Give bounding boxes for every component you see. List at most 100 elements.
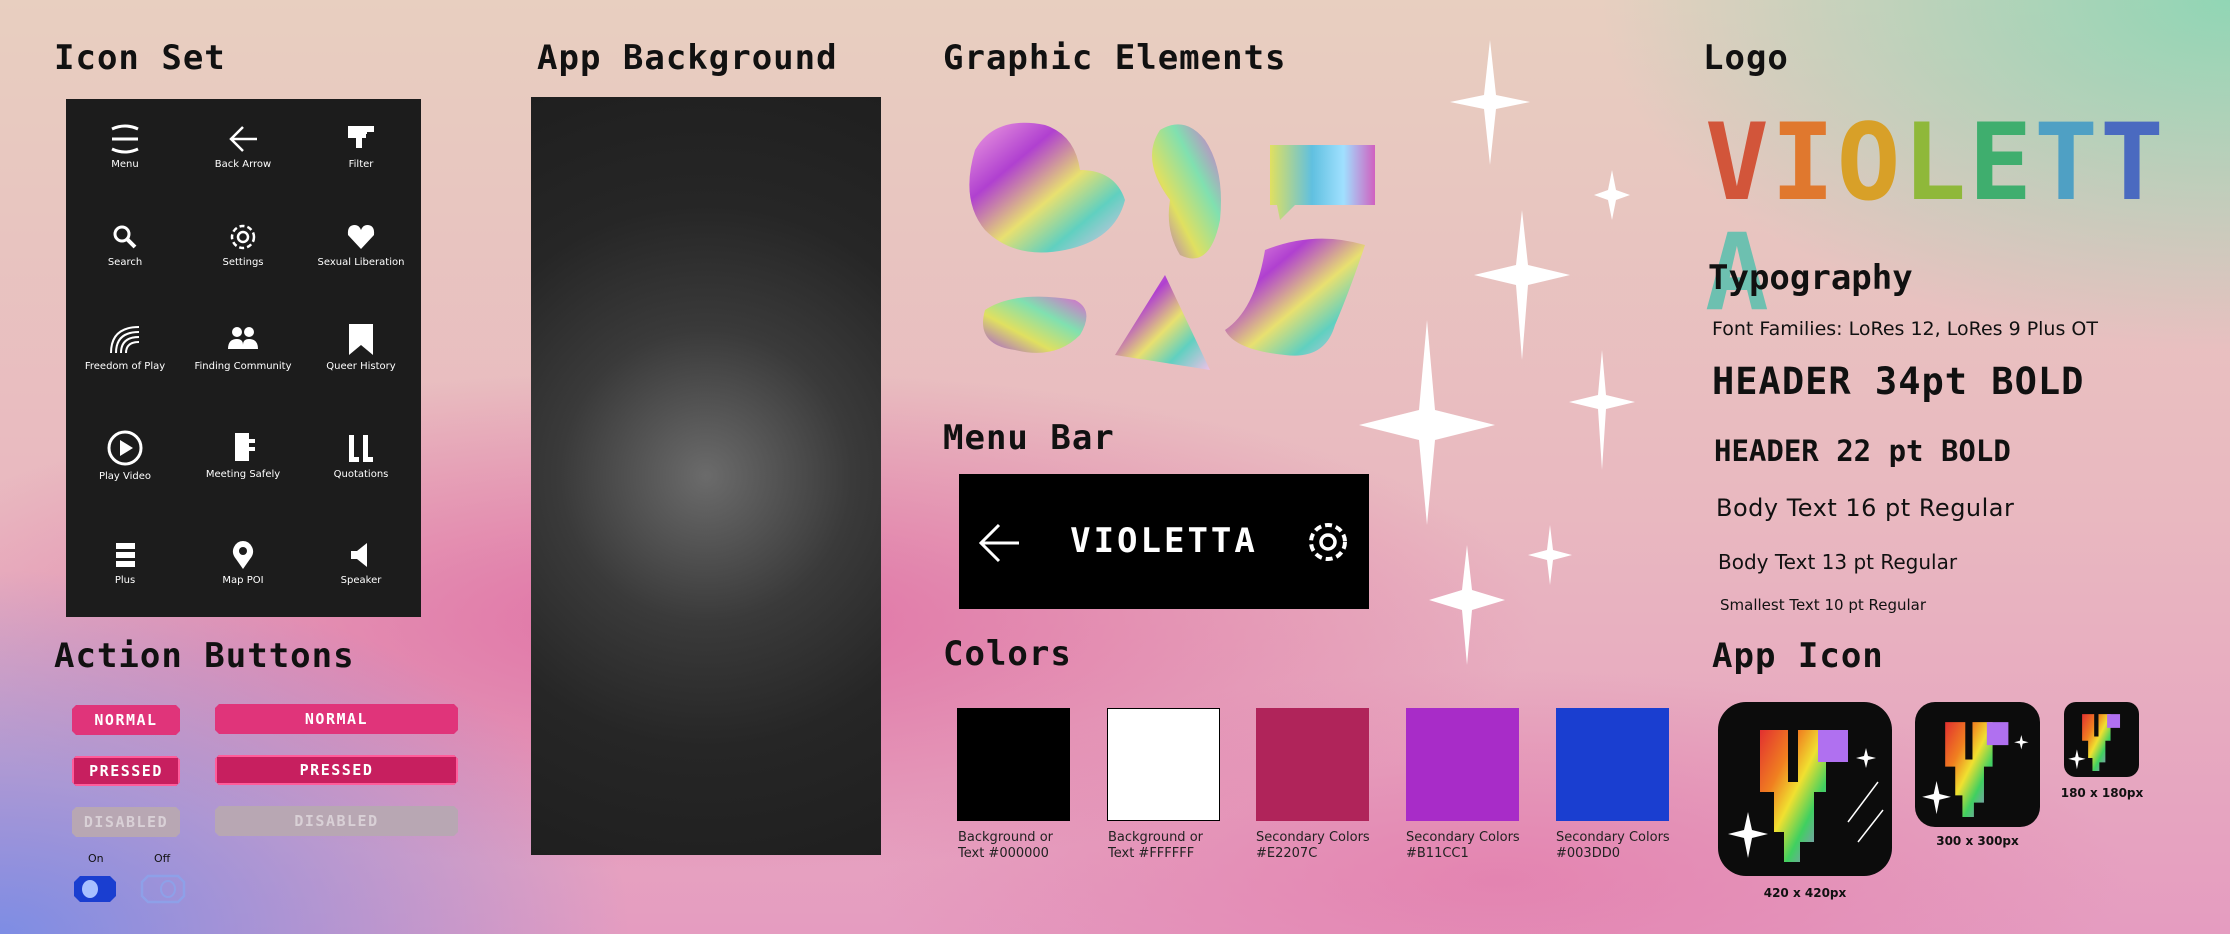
bookmark-icon [349,324,373,355]
toggle-on-icon[interactable] [72,874,118,904]
rainbow-icon [110,326,140,354]
color-swatch-purple [1406,708,1519,821]
speaker-icon [351,543,367,567]
icon-cell-freedom-of-play[interactable]: Freedom of Play [66,321,184,372]
app-icon-v-logo [1728,730,1884,862]
blob-4 [1225,238,1365,356]
icon-label: Finding Community [194,361,292,372]
action-buttons-title: Action Buttons [54,636,355,676]
icon-label: Plus [114,575,136,586]
menu-icon [111,124,139,154]
button-normal-large[interactable]: NORMAL [215,704,458,734]
font-families-text: Font Families: LoRes 12, LoRes 9 Plus OT [1712,318,2098,340]
app-icon-small-label: 180 x 180px [2060,786,2144,800]
app-icon-medium-label: 300 x 300px [1936,834,2019,848]
icon-cell-back-arrow[interactable]: Back Arrow [184,123,302,170]
button-disabled-large: DISABLED [215,806,458,836]
sparkle-icon [1429,545,1505,665]
button-pressed-small[interactable]: PRESSED [72,756,180,786]
color-label-purple: Secondary Colors #B11CC1 [1406,830,1520,861]
search-icon [113,225,137,249]
settings-icon [230,224,256,250]
icon-cell-search[interactable]: Search [66,221,184,268]
logo-title: Logo [1703,38,1789,78]
icon-label: Freedom of Play [84,361,166,372]
quotations-icon [349,435,373,462]
color-label-black: Background or Text #000000 [958,830,1053,861]
hand-icon [235,433,255,461]
icon-cell-plus[interactable]: Plus [66,539,184,586]
app-icon-title: App Icon [1712,636,1884,676]
app-icon-medium [1915,702,2040,827]
app-background-preview [531,97,881,855]
icon-label: Filter [348,159,374,170]
settings-icon[interactable] [1305,519,1351,565]
icon-cell-meeting-safely[interactable]: Meeting Safely [184,429,302,480]
icon-cell-finding-community[interactable]: Finding Community [184,321,302,372]
icon-label: Settings [222,257,264,268]
sparkle-icon [1594,170,1630,220]
typography-title: Typography [1708,258,1913,298]
icon-cell-queer-history[interactable]: Queer History [302,321,420,372]
header-34pt-sample: HEADER 34pt BOLD [1712,360,2085,403]
toggle-off-icon[interactable] [140,874,186,904]
body-16pt-sample: Body Text 16 pt Regular [1716,494,2015,522]
back-arrow-icon [229,126,257,152]
play-video-icon [107,430,143,466]
app-icon-large-label: 420 x 420px [1763,886,1847,900]
smallest-10pt-sample: Smallest Text 10 pt Regular [1720,596,1927,614]
button-pressed-large[interactable]: PRESSED [215,755,458,785]
icon-cell-sexual-liberation[interactable]: Sexual Liberation [302,221,420,268]
icon-label: Play Video [98,471,152,482]
violetta-logo: VIOLETTA [1705,101,2166,334]
sparkles [1359,40,1635,665]
color-swatch-blue [1556,708,1669,821]
icon-label: Queer History [326,361,396,372]
toggle-off-label: Off [154,852,171,865]
icon-cell-menu[interactable]: Menu [66,123,184,170]
sparkle-icon [1450,40,1530,165]
icon-label: Meeting Safely [205,469,281,480]
icon-cell-speaker[interactable]: Speaker [302,539,420,586]
graphic-elements-blobs [969,122,1375,370]
icon-label: Menu [111,159,139,170]
blob-2 [1152,124,1221,259]
sparkle-icon [1569,350,1635,470]
sparkle-icon [1474,210,1570,360]
color-label-white: Background or Text #FFFFFF [1108,830,1203,861]
triangle-shape [1115,275,1210,370]
graphic-elements-title: Graphic Elements [943,38,1287,78]
blob-1 [969,122,1125,253]
icon-cell-settings[interactable]: Settings [184,221,302,268]
plus-icon [113,543,135,567]
community-icon [228,327,258,349]
icon-label: Back Arrow [214,159,272,170]
color-label-blue: Secondary Colors #003DD0 [1556,830,1670,861]
icon-label: Search [107,257,143,268]
icon-cell-play-video[interactable]: Play Video [66,429,184,482]
header-22pt-sample: HEADER 22 pt BOLD [1714,434,2011,468]
sparkle-icon [1528,525,1572,585]
icon-label: Speaker [340,575,382,586]
app-icon-large [1718,702,1892,876]
icon-set-panel: Menu Back Arrow Filter Search Settings S… [66,99,421,617]
button-disabled-small: DISABLED [72,807,180,837]
icon-cell-filter[interactable]: Filter [302,123,420,170]
icon-label: Sexual Liberation [317,257,405,268]
map-poi-icon [232,541,254,569]
icon-cell-map-poi[interactable]: Map POI [184,539,302,586]
color-swatch-pink [1256,708,1369,821]
heart-icon [347,225,375,249]
icon-label: Map POI [222,575,264,586]
filter-icon [348,126,374,148]
color-label-pink: Secondary Colors #E2207C [1256,830,1370,861]
color-swatch-white [1107,708,1220,821]
icon-cell-quotations[interactable]: Quotations [302,429,420,480]
colors-title: Colors [943,634,1072,674]
app-icon-v-logo [2068,714,2121,771]
toggle-on-label: On [88,852,104,865]
color-swatch-black [957,708,1070,821]
icon-label: Quotations [333,469,389,480]
button-normal-small[interactable]: NORMAL [72,705,180,735]
app-background-title: App Background [537,38,838,78]
